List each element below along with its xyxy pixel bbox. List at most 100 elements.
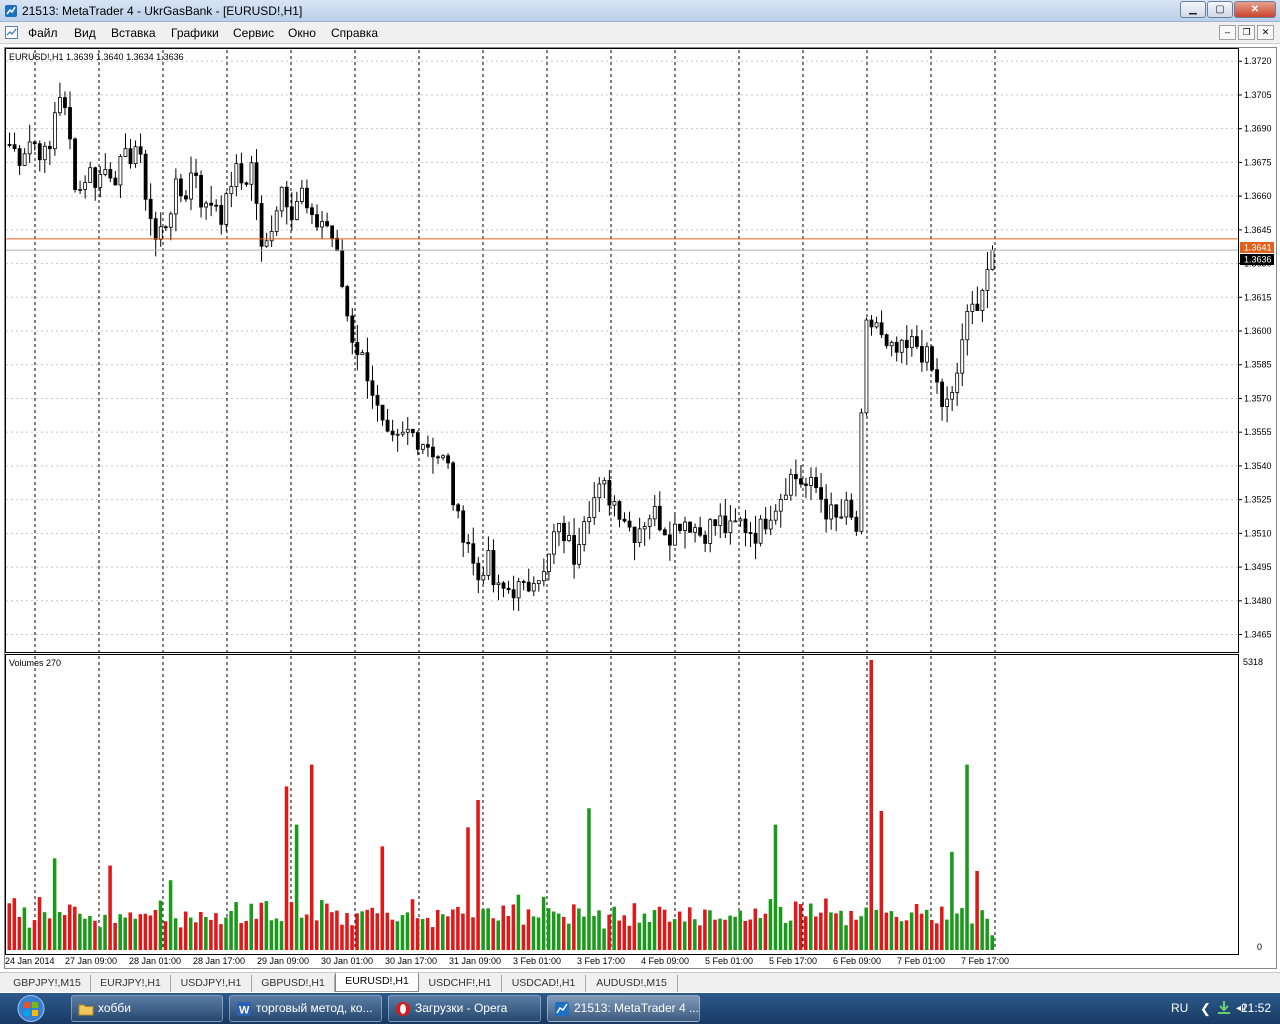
volume-bar	[158, 900, 163, 950]
candle-body	[955, 372, 960, 393]
candle-body	[325, 221, 329, 227]
maximize-button[interactable]: ▢	[1207, 1, 1233, 18]
volume-bar	[889, 911, 894, 950]
candle-body	[768, 519, 773, 530]
volume-bar	[592, 916, 596, 950]
tab-usdjpy[interactable]: USDJPY!,H1	[171, 975, 252, 992]
volume-bar	[577, 908, 581, 950]
tab-eurusd[interactable]: EURUSD!,H1	[335, 973, 419, 992]
volume-bar	[834, 913, 838, 950]
tab-usdcad[interactable]: USDCAD!,H1	[502, 975, 586, 992]
candle-body	[925, 346, 929, 363]
volume-bar	[486, 908, 490, 950]
minimize-button[interactable]: ▁	[1180, 1, 1206, 18]
candle-body	[718, 515, 723, 527]
menu-charts[interactable]: Графики	[171, 26, 219, 40]
volume-bar	[561, 916, 566, 950]
taskbar-metatrader[interactable]: 21513: MetaTrader 4 ...	[547, 995, 700, 1022]
candle-body	[88, 167, 93, 183]
volume-bar	[773, 824, 778, 950]
candle-body	[552, 531, 556, 555]
volume-bar	[632, 903, 637, 950]
tab-gbpusd[interactable]: GBPUSD!,H1	[252, 975, 335, 992]
tab-eurjpy[interactable]: EURJPY!,H1	[91, 975, 171, 992]
chart-window[interactable]: 1.3720 1.3705 1.3690 1.3675 1.3660 1.3645 1.36…	[4, 47, 1277, 969]
time-tick-label: 5 Feb 01:00	[705, 956, 753, 966]
download-tray-icon[interactable]	[1216, 1000, 1232, 1016]
price-chart[interactable]: 1.3720 1.3705 1.3690 1.3675 1.3660 1.3645 1.36…	[5, 48, 1276, 968]
chart-minimize-button[interactable]: –	[1219, 25, 1236, 40]
volume-bar	[798, 904, 803, 950]
candle-body	[521, 581, 526, 583]
menu-view[interactable]: Вид	[74, 26, 96, 40]
time-tick-label: 3 Feb 01:00	[513, 956, 561, 966]
candle-body	[173, 178, 178, 215]
close-button[interactable]: ✕	[1234, 1, 1276, 18]
price-tick-label: 1.3705	[1244, 90, 1272, 100]
volume-bar	[602, 928, 606, 950]
tab-audusd[interactable]: AUDUSD!,M15	[586, 975, 678, 992]
taskbar-folder-hobby[interactable]: хобби	[71, 995, 223, 1022]
volume-bar	[940, 906, 944, 950]
candle-body	[168, 213, 173, 228]
volume-bar	[37, 897, 42, 950]
show-hidden-icons-arrow[interactable]: ❮	[1200, 993, 1211, 1024]
menu-tools[interactable]: Сервис	[233, 26, 274, 40]
candle-body	[829, 504, 834, 520]
candle-body	[143, 153, 148, 200]
price-pane-border	[5, 48, 1239, 653]
volume-bar	[642, 913, 647, 950]
word-icon: W	[237, 1002, 251, 1017]
candle-body	[819, 487, 823, 500]
volume-bar	[768, 899, 773, 950]
volume-header: Volumes 270	[9, 658, 61, 668]
clock[interactable]: 21:52	[1241, 993, 1271, 1024]
start-button[interactable]	[10, 994, 52, 1023]
volume-bar	[778, 906, 783, 950]
candle-body	[688, 521, 692, 533]
volume-pane-border	[5, 654, 1239, 955]
chart-restore-button[interactable]: ❐	[1238, 25, 1255, 40]
menu-window[interactable]: Окно	[288, 26, 316, 40]
volume-bar	[587, 808, 591, 950]
menu-file[interactable]: Файл	[28, 26, 58, 40]
candle-body	[940, 381, 944, 407]
candle-body	[683, 521, 687, 531]
time-tick-label: 27 Jan 09:00	[65, 956, 117, 966]
menu-insert[interactable]: Вставка	[111, 26, 156, 40]
chart-window-icon[interactable]	[5, 26, 18, 39]
candle-body	[153, 218, 158, 240]
window-title-bar[interactable]: 21513: MetaTrader 4 - UkrGasBank - [EURU…	[0, 0, 1280, 22]
volume-bar	[178, 927, 183, 950]
taskbar-word-document[interactable]: W торговый метод, ко...	[229, 995, 382, 1022]
candle-body	[466, 541, 471, 545]
language-indicator[interactable]: RU	[1171, 993, 1188, 1024]
volume-bar	[531, 916, 536, 950]
candle-body	[804, 483, 808, 486]
candle-body	[698, 527, 703, 536]
candle-body	[990, 249, 995, 271]
volume-bar	[738, 910, 742, 950]
volume-bar	[12, 898, 17, 950]
volume-bar	[103, 914, 107, 950]
volume-bar	[924, 909, 929, 950]
taskbar-opera-downloads[interactable]: Загрузки - Opera	[388, 995, 541, 1022]
tab-gbpjpy[interactable]: GBPJPY!,M15	[4, 975, 91, 992]
volume-bar	[829, 912, 833, 950]
candle-body	[113, 177, 118, 186]
volume-bar	[415, 918, 420, 950]
time-tick-label: 30 Jan 01:00	[321, 956, 373, 966]
candle-body	[748, 532, 753, 534]
menu-help[interactable]: Справка	[331, 26, 378, 40]
volume-bar	[355, 913, 359, 950]
candle-body	[420, 444, 425, 450]
volume-bar	[859, 916, 863, 950]
chart-close-button[interactable]: ✕	[1257, 25, 1274, 40]
volume-bar	[667, 921, 672, 950]
volume-bar	[299, 917, 304, 950]
volume-bar	[138, 914, 143, 950]
volume-bar	[824, 898, 828, 950]
svg-text:W: W	[239, 1005, 250, 1017]
ask-price-label: 1.3636	[1240, 254, 1274, 265]
tab-usdchf[interactable]: USDCHF!,H1	[419, 975, 502, 992]
